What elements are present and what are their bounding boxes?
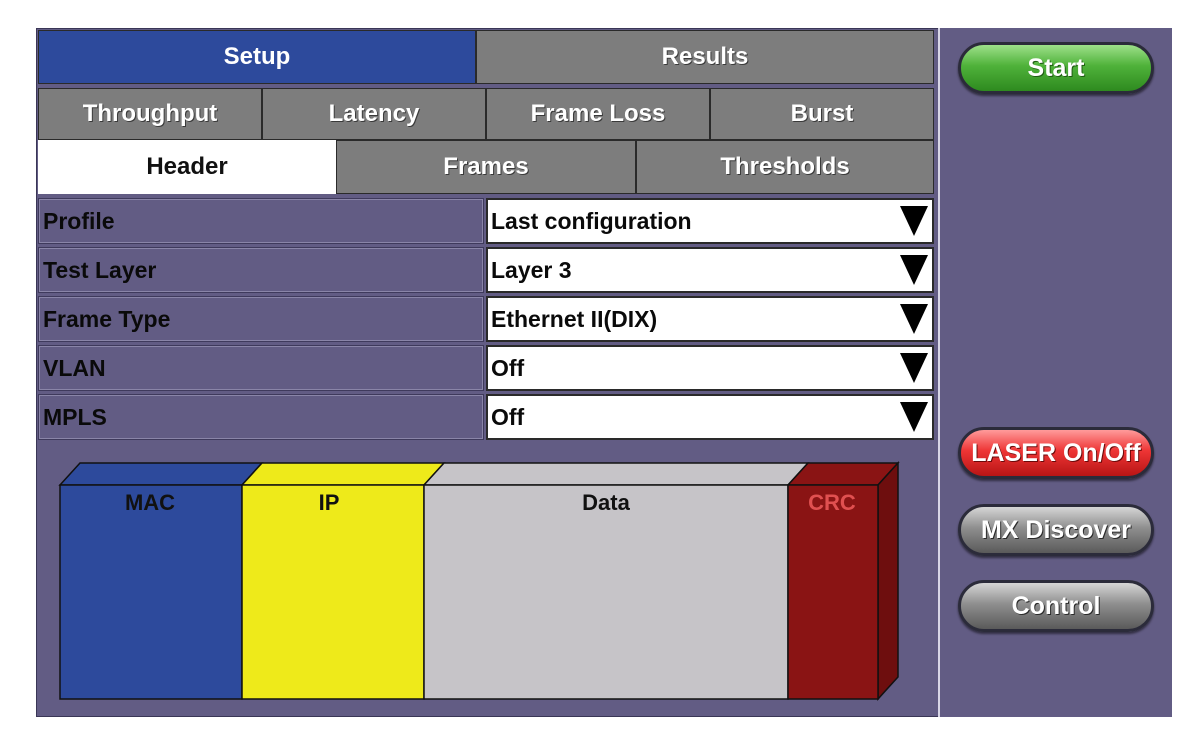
profile-dropdown[interactable]: Last configuration [486,198,934,244]
dropdown-arrow-icon [900,402,928,432]
vlan-dropdown[interactable]: Off [486,345,934,391]
tab-frame-loss[interactable]: Frame Loss [486,88,710,140]
dropdown-arrow-icon [900,206,928,236]
dropdown-arrow-icon [900,255,928,285]
tab-latency[interactable]: Latency [262,88,486,140]
tab-burst[interactable]: Burst [710,88,934,140]
mpls-label: MPLS [38,394,484,440]
frame-type-dropdown[interactable]: Ethernet II(DIX) [486,296,934,342]
test-layer-dropdown[interactable]: Layer 3 [486,247,934,293]
tab-throughput[interactable]: Throughput [38,88,262,140]
tab-frames[interactable]: Frames [336,140,636,194]
mpls-value: Off [491,403,525,430]
mpls-dropdown[interactable]: Off [486,394,934,440]
dropdown-arrow-icon [900,304,928,334]
tab-results[interactable]: Results [476,30,934,84]
vlan-value: Off [491,354,525,381]
tab-header[interactable]: Header [38,140,336,194]
frame-type-label: Frame Type [38,296,484,342]
frame-type-value: Ethernet II(DIX) [491,305,658,332]
tab-thresholds[interactable]: Thresholds [636,140,934,194]
test-layer-label: Test Layer [38,247,484,293]
tab-setup[interactable]: Setup [38,30,476,84]
profile-value: Last configuration [491,207,692,234]
vlan-label: VLAN [38,345,484,391]
control-button[interactable]: Control [958,580,1154,632]
test-layer-value: Layer 3 [491,256,572,283]
laser-toggle-button[interactable]: LASER On/Off [958,427,1154,479]
dropdown-arrow-icon [900,353,928,383]
profile-label: Profile [38,198,484,244]
start-button[interactable]: Start [958,42,1154,94]
mx-discover-button[interactable]: MX Discover [958,504,1154,556]
